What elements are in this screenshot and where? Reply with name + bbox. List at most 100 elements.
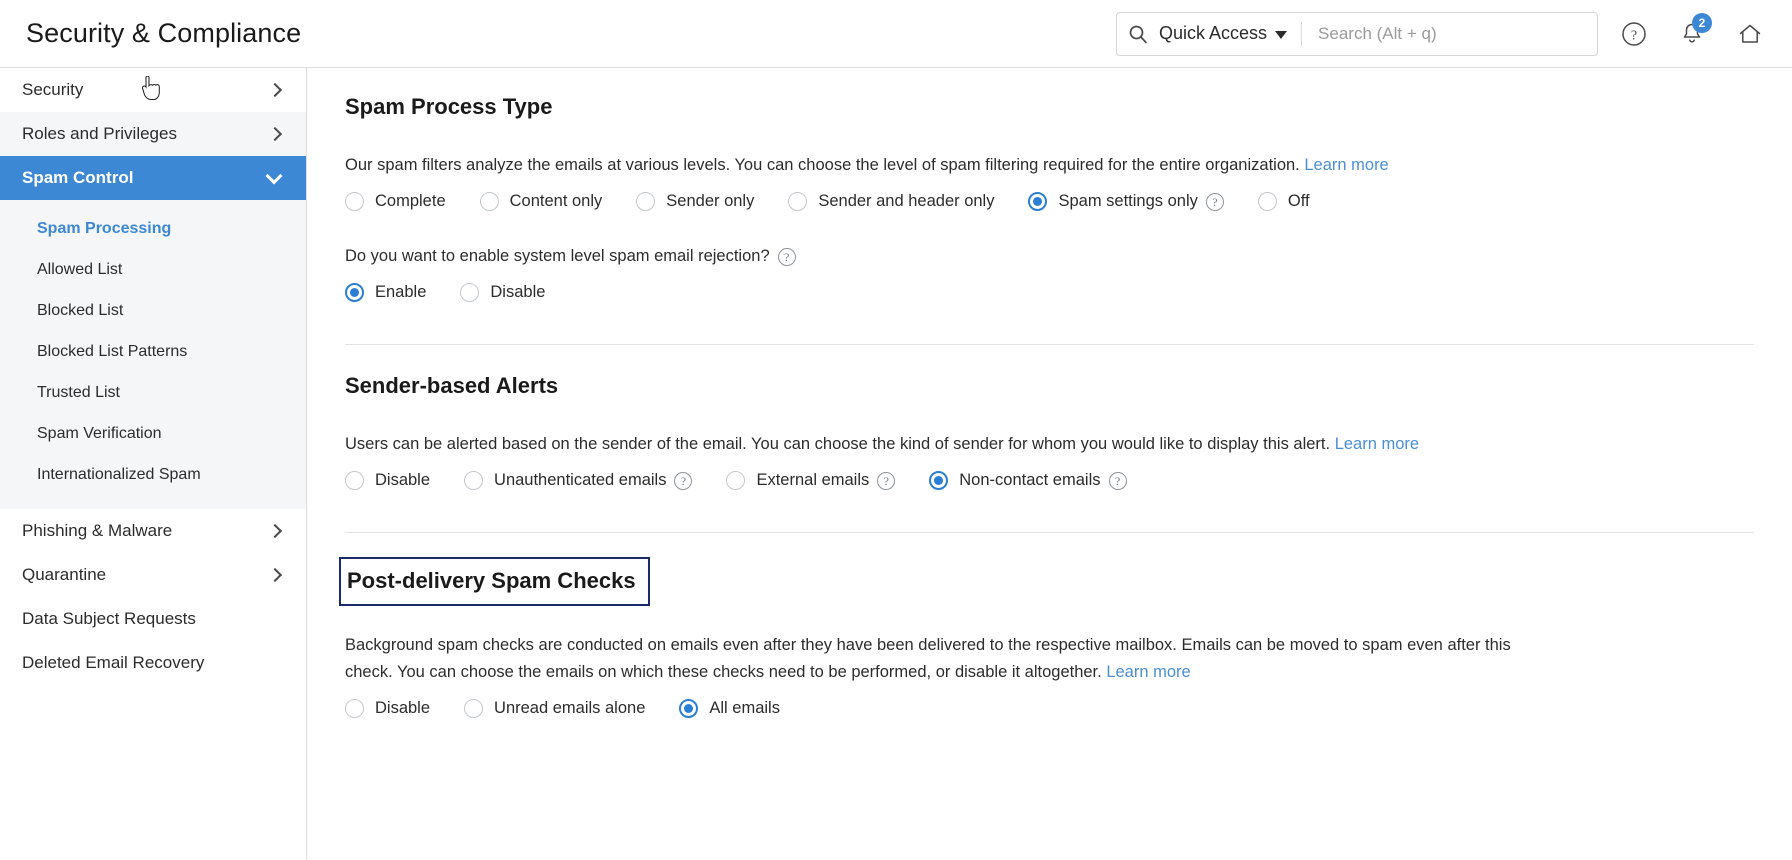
- sender-based-alerts-title: Sender-based Alerts: [345, 373, 559, 398]
- sidebar-subitem-label: Allowed List: [37, 260, 123, 278]
- header-actions: Quick Access ? 2: [1116, 11, 1792, 56]
- radio-option-disable[interactable]: Disable: [345, 699, 430, 718]
- radio-option-spam-settings-only[interactable]: Spam settings only ?: [1028, 192, 1224, 211]
- radio-indicator[interactable]: [1028, 192, 1048, 211]
- radio-option-content-only[interactable]: Content only: [479, 192, 603, 211]
- radio-indicator[interactable]: [460, 283, 480, 302]
- chevron-down-icon: [265, 167, 283, 184]
- radio-option-off[interactable]: Off: [1257, 192, 1310, 211]
- search-input[interactable]: [1316, 12, 1597, 55]
- radio-option-sender-and-header-only[interactable]: Sender and header only: [788, 192, 994, 211]
- radio-indicator[interactable]: [464, 699, 484, 718]
- radio-indicator[interactable]: [1257, 192, 1277, 211]
- svg-text:?: ?: [1631, 28, 1637, 43]
- rejection-question-row: Do you want to enable system level spam …: [345, 243, 1754, 270]
- radio-option-unauthenticated-emails[interactable]: Unauthenticated emails ?: [464, 471, 693, 490]
- sidebar-item-spam-verification[interactable]: Spam Verification: [0, 413, 306, 454]
- radio-indicator[interactable]: [345, 283, 364, 302]
- radio-indicator[interactable]: [788, 192, 808, 211]
- radio-indicator[interactable]: [929, 471, 949, 490]
- sender-based-alerts-description: Users can be alerted based on the sender…: [345, 431, 1754, 458]
- sidebar-subitem-label: Trusted List: [37, 383, 120, 401]
- radio-option-external-emails[interactable]: External emails ?: [726, 471, 896, 490]
- radio-label: Disable: [375, 471, 431, 489]
- sidebar-item-spam-control[interactable]: Spam Control: [0, 156, 306, 200]
- radio-indicator[interactable]: [464, 471, 484, 490]
- main-content: Spam Process Type Our spam filters analy…: [307, 68, 1792, 860]
- learn-more-link[interactable]: Learn more: [1335, 435, 1419, 453]
- sidebar: Security Roles and Privileges Spam Contr…: [0, 68, 307, 860]
- sidebar-subitem-label: Blocked List: [37, 301, 124, 319]
- radio-indicator[interactable]: [636, 192, 656, 211]
- help-icon[interactable]: ?: [1108, 471, 1127, 490]
- sidebar-item-deleted-email-recovery[interactable]: Deleted Email Recovery: [0, 641, 306, 685]
- sidebar-subitem-label: Spam Verification: [37, 424, 162, 442]
- help-icon[interactable]: ?: [674, 471, 693, 490]
- radio-label: Sender only: [666, 192, 755, 210]
- radio-indicator[interactable]: [345, 699, 364, 718]
- sidebar-item-label: Security: [22, 80, 84, 99]
- sidebar-item-data-subject-requests[interactable]: Data Subject Requests: [0, 597, 306, 641]
- radio-label: Sender and header only: [818, 192, 995, 210]
- radio-label: Complete: [375, 192, 446, 210]
- radio-label: Disable: [375, 699, 431, 717]
- radio-label: Spam settings only: [1058, 192, 1198, 210]
- sidebar-subitem-label: Spam Processing: [37, 219, 172, 237]
- sidebar-item-quarantine[interactable]: Quarantine: [0, 553, 306, 597]
- help-circle-icon[interactable]: ?: [1612, 12, 1656, 56]
- bell-icon[interactable]: 2: [1670, 12, 1714, 56]
- radio-option-complete[interactable]: Complete: [345, 192, 446, 211]
- spam-process-type-description: Our spam filters analyze the emails at v…: [345, 152, 1754, 179]
- chevron-right-icon: [267, 82, 283, 98]
- sidebar-item-blocked-list[interactable]: Blocked List: [0, 290, 306, 331]
- help-icon[interactable]: ?: [877, 471, 896, 490]
- sidebar-item-spam-processing[interactable]: Spam Processing: [0, 208, 306, 249]
- section-spam-process-type: Spam Process Type Our spam filters analy…: [307, 68, 1792, 302]
- quick-access-label: Quick Access: [1159, 23, 1268, 43]
- sidebar-item-security[interactable]: Security: [0, 68, 306, 112]
- sidebar-subnav-spam-control: Spam Processing Allowed List Blocked Lis…: [0, 200, 306, 509]
- help-icon[interactable]: ?: [1205, 192, 1224, 211]
- radio-option-enable[interactable]: Enable: [345, 283, 426, 302]
- radio-label: Unread emails alone: [494, 699, 646, 717]
- radio-option-disable[interactable]: Disable: [345, 471, 430, 490]
- radio-option-all-emails[interactable]: All emails: [679, 699, 780, 718]
- sidebar-item-roles-and-privileges[interactable]: Roles and Privileges: [0, 112, 306, 156]
- global-search-bar[interactable]: Quick Access: [1116, 11, 1598, 56]
- chevron-right-icon: [267, 523, 283, 539]
- description-text: Our spam filters analyze the emails at v…: [345, 156, 1300, 174]
- radio-label: Non-contact emails: [959, 471, 1101, 489]
- rejection-question-text: Do you want to enable system level spam …: [345, 247, 770, 265]
- radio-option-sender-only[interactable]: Sender only: [636, 192, 754, 211]
- radio-label: All emails: [709, 699, 780, 717]
- sidebar-item-trusted-list[interactable]: Trusted List: [0, 372, 306, 413]
- notification-badge: 2: [1692, 12, 1712, 33]
- sidebar-item-blocked-list-patterns[interactable]: Blocked List Patterns: [0, 331, 306, 372]
- radio-option-non-contact-emails[interactable]: Non-contact emails ?: [929, 471, 1127, 490]
- radio-indicator[interactable]: [345, 471, 364, 490]
- radio-indicator[interactable]: [679, 699, 699, 718]
- radio-option-unread-emails-alone[interactable]: Unread emails alone: [464, 699, 645, 718]
- sidebar-item-phishing-malware[interactable]: Phishing & Malware: [0, 509, 306, 553]
- post-delivery-spam-checks-description: Background spam checks are conducted on …: [345, 632, 1545, 686]
- sidebar-item-label: Phishing & Malware: [22, 521, 173, 540]
- radio-indicator[interactable]: [479, 192, 499, 211]
- home-icon[interactable]: [1728, 12, 1772, 56]
- radio-label: Content only: [509, 192, 603, 210]
- radio-label: Unauthenticated emails: [494, 471, 667, 489]
- radio-indicator[interactable]: [726, 471, 746, 490]
- sidebar-item-allowed-list[interactable]: Allowed List: [0, 249, 306, 290]
- sidebar-item-internationalized-spam[interactable]: Internationalized Spam: [0, 454, 306, 495]
- help-icon[interactable]: ?: [777, 247, 796, 266]
- sidebar-item-label: Quarantine: [22, 565, 107, 584]
- sidebar-subitem-label: Blocked List Patterns: [37, 342, 188, 360]
- quick-access-dropdown[interactable]: Quick Access: [1159, 23, 1288, 44]
- sidebar-item-label: Roles and Privileges: [22, 124, 177, 143]
- learn-more-link[interactable]: Learn more: [1106, 663, 1190, 681]
- radio-indicator[interactable]: [345, 192, 364, 211]
- radio-option-disable[interactable]: Disable: [460, 283, 545, 302]
- learn-more-link[interactable]: Learn more: [1304, 156, 1388, 174]
- chevron-down-icon: [1275, 30, 1288, 39]
- radio-label: External emails: [756, 471, 870, 489]
- radio-label: Off: [1287, 192, 1310, 210]
